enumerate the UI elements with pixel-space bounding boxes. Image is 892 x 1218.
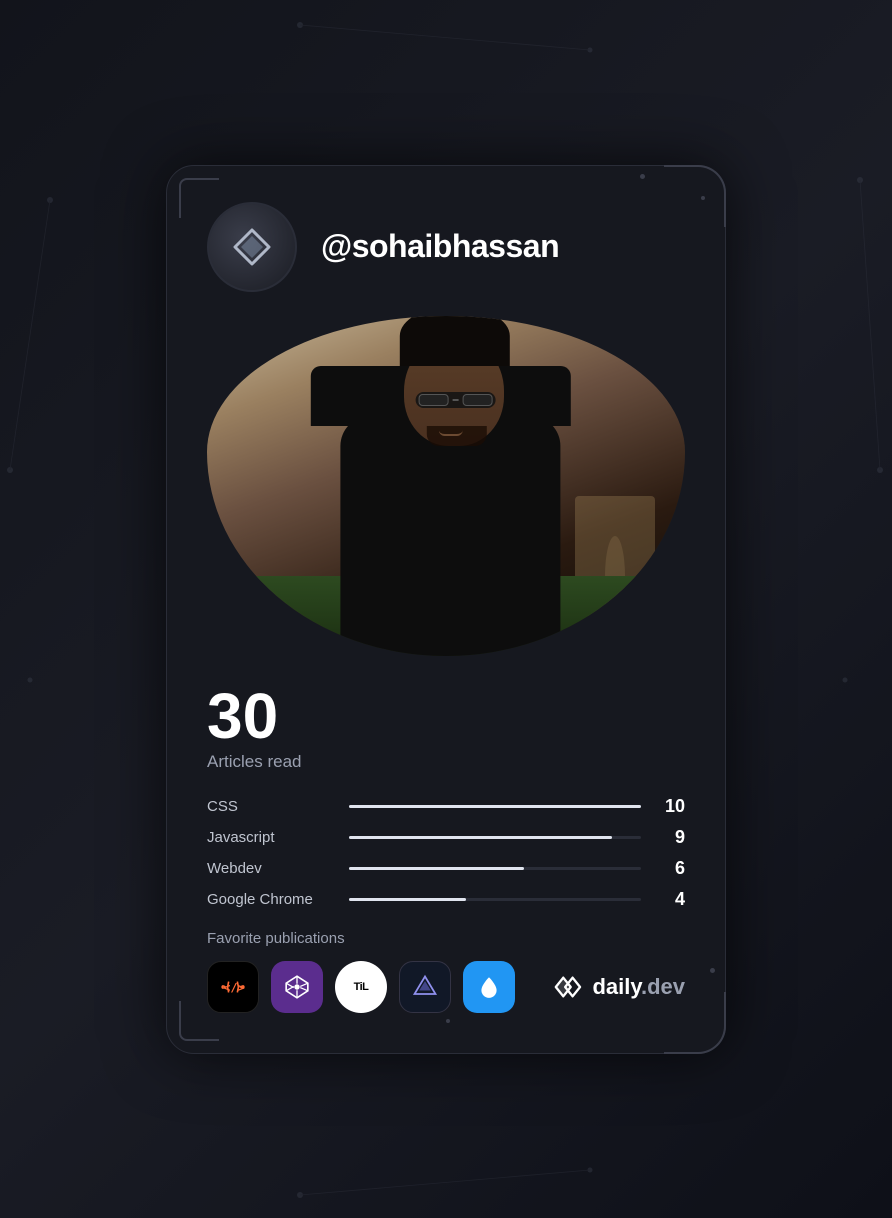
tag-bar-fill bbox=[349, 898, 466, 901]
person-smile bbox=[439, 430, 463, 436]
publications-section: Favorite publications </> bbox=[207, 930, 685, 1013]
tag-row: Javascript 9 bbox=[207, 827, 685, 848]
tag-name: Webdev bbox=[207, 860, 337, 877]
tag-bar-container bbox=[349, 867, 641, 870]
username: @sohaibhassan bbox=[321, 228, 559, 265]
corner-decoration-bl bbox=[179, 1001, 219, 1041]
tag-bar-container bbox=[349, 898, 641, 901]
tag-count: 4 bbox=[661, 889, 685, 910]
tag-name: Google Chrome bbox=[207, 891, 337, 908]
tag-bar-container bbox=[349, 836, 641, 839]
tag-count: 9 bbox=[661, 827, 685, 848]
corner-decoration-tl bbox=[179, 178, 219, 218]
avatar-container bbox=[207, 316, 685, 656]
publications-label: Favorite publications bbox=[207, 930, 685, 947]
card-dot bbox=[701, 196, 705, 200]
publications-row: </> TiL bbox=[207, 961, 685, 1013]
publication-codepen[interactable] bbox=[271, 961, 323, 1013]
publication-til[interactable]: TiL bbox=[335, 961, 387, 1013]
tag-row: CSS 10 bbox=[207, 796, 685, 817]
daily-dev-logomark bbox=[548, 973, 586, 1001]
person-glasses bbox=[416, 392, 496, 408]
daily-dev-text: daily.dev bbox=[592, 974, 685, 1000]
tag-count: 10 bbox=[661, 796, 685, 817]
articles-count: 30 bbox=[207, 684, 685, 748]
tag-row: Webdev 6 bbox=[207, 858, 685, 879]
brand-logo-circle bbox=[207, 202, 297, 292]
card-dot bbox=[446, 1019, 450, 1023]
tag-bar-fill bbox=[349, 867, 524, 870]
tag-bar-fill bbox=[349, 805, 641, 808]
brand-suffix-text: .dev bbox=[641, 974, 685, 999]
card-dot bbox=[640, 174, 645, 179]
tag-bar-container bbox=[349, 805, 641, 808]
card-header: @sohaibhassan bbox=[207, 202, 685, 292]
tag-name: Javascript bbox=[207, 829, 337, 846]
tag-bar-fill bbox=[349, 836, 612, 839]
brand-name-text: daily bbox=[592, 974, 641, 999]
person-torso bbox=[340, 416, 560, 656]
profile-card: @sohaibhassan bbox=[166, 165, 726, 1054]
stats-section: 30 Articles read CSS 10 Javascript 9 Web… bbox=[207, 684, 685, 910]
brand-diamond-icon bbox=[231, 226, 273, 268]
card-dot bbox=[710, 968, 715, 973]
tag-name: CSS bbox=[207, 798, 337, 815]
publication-droplet[interactable] bbox=[463, 961, 515, 1013]
tag-row: Google Chrome 4 bbox=[207, 889, 685, 910]
tag-bars-container: CSS 10 Javascript 9 Webdev 6 Google Chro… bbox=[207, 796, 685, 910]
publication-three[interactable] bbox=[399, 961, 451, 1013]
avatar-photo bbox=[207, 316, 685, 656]
tag-count: 6 bbox=[661, 858, 685, 879]
person-beard bbox=[427, 426, 487, 446]
person-hair bbox=[400, 316, 510, 366]
articles-label: Articles read bbox=[207, 752, 685, 772]
svg-text:</>: </> bbox=[223, 980, 245, 994]
daily-dev-logo: daily.dev bbox=[548, 973, 685, 1001]
